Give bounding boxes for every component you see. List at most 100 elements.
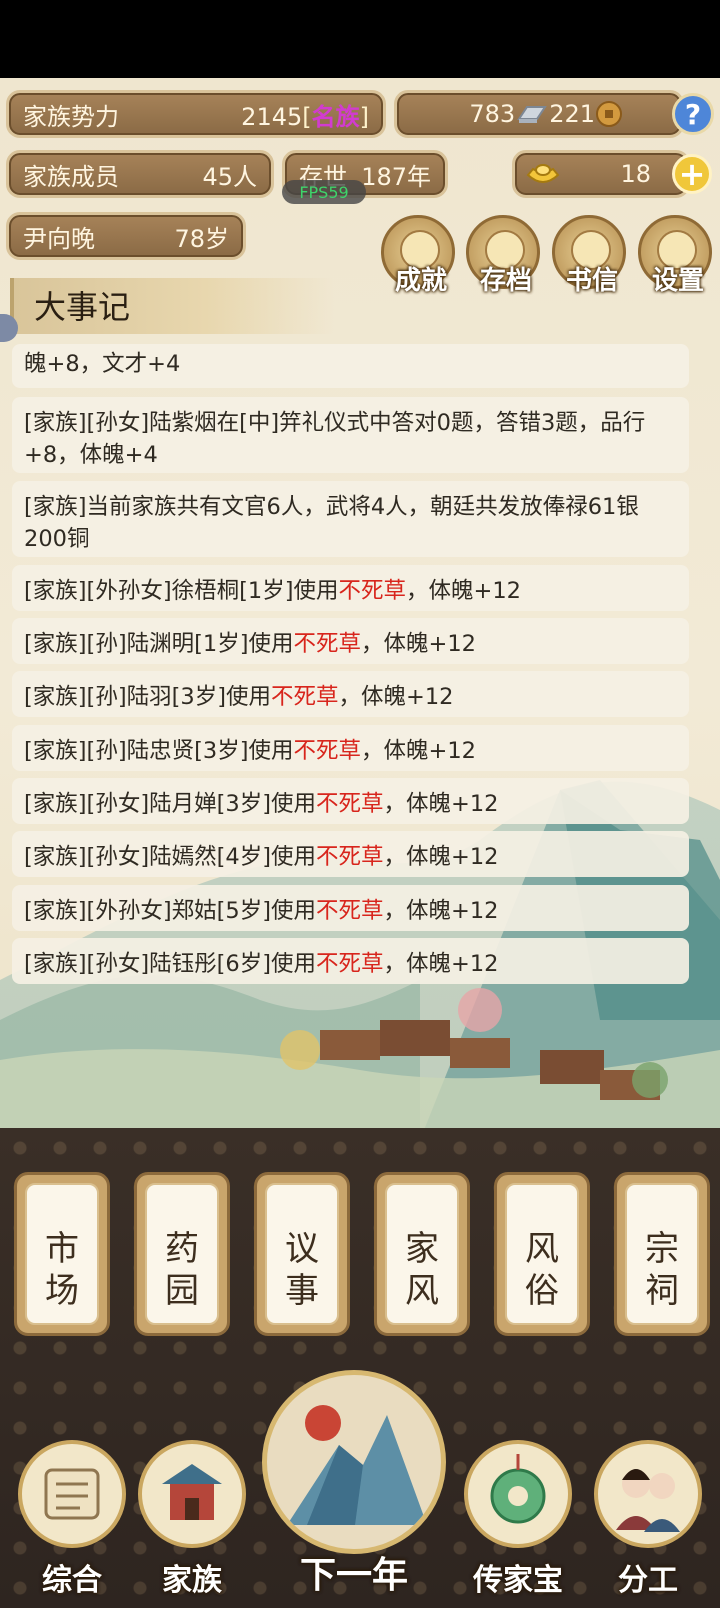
card-label-bottom: 风 xyxy=(405,1271,439,1311)
settings-label: 设置 xyxy=(651,266,704,296)
item-name: 不死草 xyxy=(270,684,339,710)
copper-amount: 221 xyxy=(549,100,595,128)
market-card[interactable]: 市 场 xyxy=(14,1172,110,1336)
currency-panel: 783 221 xyxy=(394,90,684,138)
clan-power-value: 2145 xyxy=(241,102,303,131)
copper-coin-icon xyxy=(596,101,622,127)
people-icon xyxy=(616,1469,680,1532)
item-name: 不死草 xyxy=(293,631,361,657)
heirloom-button[interactable] xyxy=(464,1440,572,1548)
entry-text: [家族][孙]陆渊明[1岁]使用 xyxy=(24,631,294,657)
chronicle-entry: [家族][孙]陆忠贤[3岁]使用不死草，体魄+12 xyxy=(12,725,689,771)
card-label-bottom: 祠 xyxy=(645,1271,679,1311)
entry-text: [家族]当前家族共有文官6人，武将4人，朝廷共发放俸禄61银200铜 xyxy=(24,494,639,552)
entry-effect: ，体魄+12 xyxy=(383,844,499,870)
division-button[interactable] xyxy=(594,1440,702,1548)
leader-name: 尹向晚 xyxy=(23,224,95,253)
chronicle-entry: [家族]当前家族共有文官6人，武将4人，朝廷共发放俸禄61银200铜 xyxy=(12,481,689,557)
chronicle-title: 大事记 xyxy=(34,288,131,326)
overview-button[interactable] xyxy=(18,1440,126,1548)
entry-effect: ，体魄+12 xyxy=(383,898,499,924)
leader-age: 78岁 xyxy=(174,224,229,253)
gold-amount: 18 xyxy=(620,160,651,188)
chronicle-entry: [家族][孙女]陆紫烟在[中]笄礼仪式中答对0题，答错3题，品行+8，体魄+4 xyxy=(12,397,689,473)
chronicle-header: 大事记 xyxy=(10,278,334,334)
letter-button[interactable]: 书信 xyxy=(552,215,626,296)
herb-garden-card[interactable]: 药 园 xyxy=(134,1172,230,1336)
members-value: 45人 xyxy=(202,162,257,191)
help-button[interactable]: ? xyxy=(672,93,714,135)
entry-effect: ，体魄+12 xyxy=(361,631,476,657)
customs-card[interactable]: 风 俗 xyxy=(494,1172,590,1336)
entry-effect: ，体魄+12 xyxy=(361,738,476,764)
chronicle-entry: [家族][孙女]陆钰彤[6岁]使用不死草，体魄+12 xyxy=(12,938,689,984)
chronicle-entry: [家族][孙]陆渊明[1岁]使用不死草，体魄+12 xyxy=(12,618,689,664)
card-label-bottom: 俗 xyxy=(525,1271,559,1311)
entry-effect: ，体魄+12 xyxy=(383,791,499,817)
members-label: 家族成员 xyxy=(23,162,119,191)
entry-text: [家族][孙]陆忠贤[3岁]使用 xyxy=(24,738,294,764)
gold-panel: 18 xyxy=(512,150,690,198)
status-bar xyxy=(0,0,720,78)
next-year-label: 下一年 xyxy=(299,1555,408,1596)
add-gold-button[interactable]: + xyxy=(672,154,712,194)
item-name: 不死草 xyxy=(315,898,384,924)
scroll-icon xyxy=(44,1468,100,1520)
entry-effect: ，体魄+12 xyxy=(338,684,454,710)
fps-counter: FPS59 xyxy=(282,180,366,204)
clan-power-panel: 家族势力 2145[名族] xyxy=(6,90,386,138)
card-label-bottom: 园 xyxy=(165,1271,199,1311)
family-label: 家族 xyxy=(162,1563,222,1598)
letter-label: 书信 xyxy=(565,266,618,296)
plus-icon: + xyxy=(678,155,706,193)
item-name: 不死草 xyxy=(293,738,361,764)
silver-ingot-icon xyxy=(517,106,548,123)
silver-amount: 783 xyxy=(469,100,516,128)
jade-pendant-icon xyxy=(490,1454,546,1524)
chronicle-entry: 魄+8，文才+4 xyxy=(12,344,689,388)
save-button[interactable]: 存档 xyxy=(466,215,540,296)
entry-effect: ，体魄+12 xyxy=(383,951,499,977)
council-card[interactable]: 议 事 xyxy=(254,1172,350,1336)
members-panel: 家族成员 45人 xyxy=(6,150,274,198)
clan-power-label: 家族势力 xyxy=(23,102,119,131)
mountain-icon xyxy=(287,1405,427,1525)
entry-text: [家族][孙]陆羽[3岁]使用 xyxy=(24,684,271,710)
gold-ingot-icon xyxy=(526,164,560,183)
item-name: 不死草 xyxy=(315,791,384,817)
entry-text: [家族][外孙女]徐梧桐[1岁]使用 xyxy=(24,578,339,604)
leader-panel[interactable]: 尹向晚 78岁 xyxy=(6,212,246,260)
heirloom-label: 传家宝 xyxy=(473,1563,563,1598)
entry-text: [家族][外孙女]郑姑[5岁]使用 xyxy=(24,898,316,924)
chronicle-entry: [家族][孙女]陆月婵[3岁]使用不死草，体魄+12 xyxy=(12,778,689,824)
entry-text: [家族][孙女]陆钰彤[6岁]使用 xyxy=(24,951,316,977)
item-name: 不死草 xyxy=(315,844,384,870)
card-label-bottom: 事 xyxy=(285,1271,319,1311)
house-icon xyxy=(162,1464,222,1520)
entry-effect: ，体魄+12 xyxy=(406,578,521,604)
chronicle-entry: [家族][外孙女]徐梧桐[1岁]使用不死草，体魄+12 xyxy=(12,565,689,611)
achievement-button[interactable]: 成就 xyxy=(381,215,455,296)
settings-button[interactable]: 设置 xyxy=(638,215,712,296)
card-label-bottom: 场 xyxy=(45,1271,79,1311)
help-icon: ? xyxy=(684,97,702,131)
item-name: 不死草 xyxy=(338,578,406,604)
ancestral-hall-card[interactable]: 宗 祠 xyxy=(614,1172,710,1336)
chronicle-entry: [家族][孙女]陆嫣然[4岁]使用不死草，体魄+12 xyxy=(12,831,689,877)
family-button[interactable] xyxy=(138,1440,246,1548)
chronicle-entry: [家族][孙]陆羽[3岁]使用不死草，体魄+12 xyxy=(12,671,689,717)
bracket-close: ] xyxy=(359,102,369,131)
family-style-card[interactable]: 家 风 xyxy=(374,1172,470,1336)
item-name: 不死草 xyxy=(315,951,384,977)
existence-value: 187年 xyxy=(361,162,431,191)
bracket-open: [ xyxy=(302,102,312,131)
entry-text: [家族][孙女]陆嫣然[4岁]使用 xyxy=(24,844,316,870)
save-label: 存档 xyxy=(479,266,532,296)
entry-text: [家族][孙女]陆紫烟在[中]笄礼仪式中答对0题，答错3题，品行+8，体魄+4 xyxy=(24,410,646,468)
entry-text: [家族][孙女]陆月婵[3岁]使用 xyxy=(24,791,316,817)
game-screen: 家族势力 2145[名族] 783 221 ? 家族成员 45人 存世 187年… xyxy=(0,0,720,1608)
next-year-button[interactable] xyxy=(262,1370,446,1554)
overview-label: 综合 xyxy=(42,1563,102,1598)
chronicle-entry: [家族][外孙女]郑姑[5岁]使用不死草，体魄+12 xyxy=(12,885,689,931)
achievement-label: 成就 xyxy=(394,266,447,296)
